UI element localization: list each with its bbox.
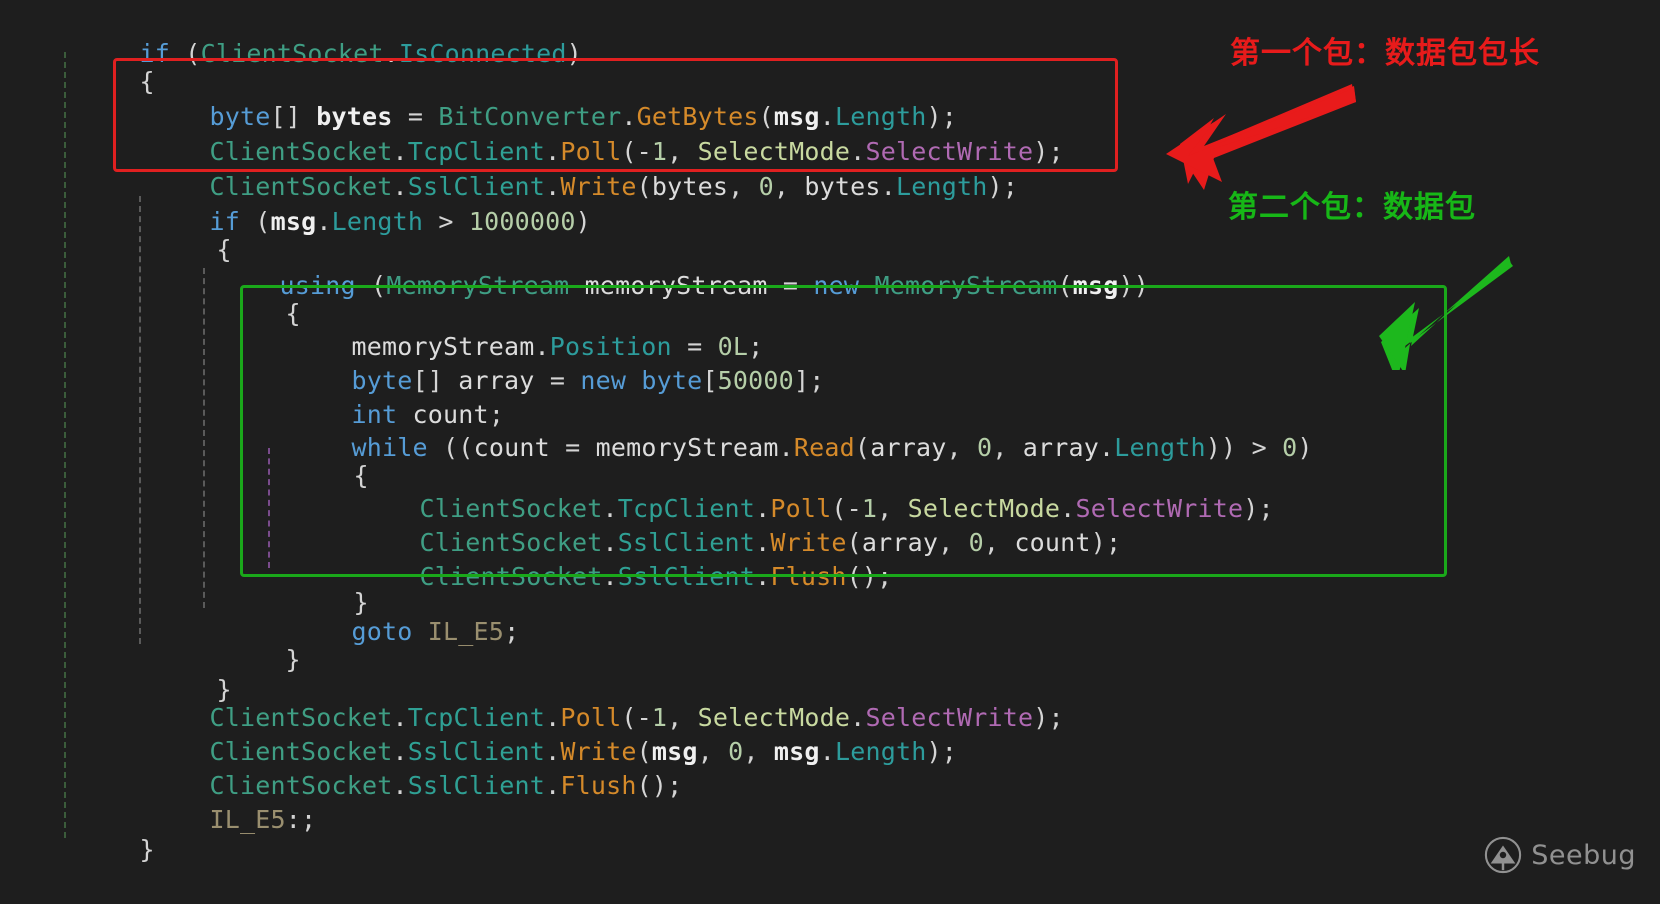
code-line: ClientSocket.SslClient.Write(bytes, 0, b… <box>209 172 1018 201</box>
code-line: while ((count = memoryStream.Read(array,… <box>351 433 1313 462</box>
code-line: memoryStream.Position = 0L; <box>351 332 764 361</box>
code-line: { <box>285 299 301 328</box>
code-line: } <box>139 835 155 864</box>
code-line: byte[] bytes = BitConverter.GetBytes(msg… <box>209 102 957 131</box>
code-line: ClientSocket.SslClient.Flush(); <box>419 562 893 591</box>
watermark-text: Seebug <box>1531 839 1636 871</box>
annotation-text-first-packet: 第一个包：数据包包长 <box>1230 36 1540 71</box>
code-screenshot: if (ClientSocket.IsConnected) { byte[] b… <box>0 0 1660 892</box>
code-line: byte[] array = new byte[50000]; <box>351 366 825 395</box>
code-line: { <box>139 67 155 96</box>
green-arrow-icon <box>1379 256 1513 370</box>
code-line: ClientSocket.TcpClient.Poll(-1, SelectMo… <box>209 703 1064 732</box>
code-line: ClientSocket.SslClient.Write(msg, 0, msg… <box>209 737 957 766</box>
code-line: ClientSocket.SslClient.Write(array, 0, c… <box>419 528 1122 557</box>
code-block: if (ClientSocket.IsConnected) { byte[] b… <box>0 0 1660 892</box>
code-line: int count; <box>351 400 505 429</box>
code-line: ClientSocket.TcpClient.Poll(-1, SelectMo… <box>209 137 1064 166</box>
red-arrow-icon <box>1166 84 1356 190</box>
code-line: ClientSocket.TcpClient.Poll(-1, SelectMo… <box>419 494 1274 523</box>
code-line: { <box>353 461 369 490</box>
seebug-logo-icon <box>1485 836 1522 874</box>
code-line: using (MemoryStream memoryStream = new M… <box>279 271 1149 300</box>
watermark: Seebug <box>1484 836 1636 874</box>
code-line: ClientSocket.SslClient.Flush(); <box>209 771 683 800</box>
annotation-text-second-packet: 第二个包：数据包 <box>1228 190 1476 225</box>
code-line: { <box>216 235 232 264</box>
